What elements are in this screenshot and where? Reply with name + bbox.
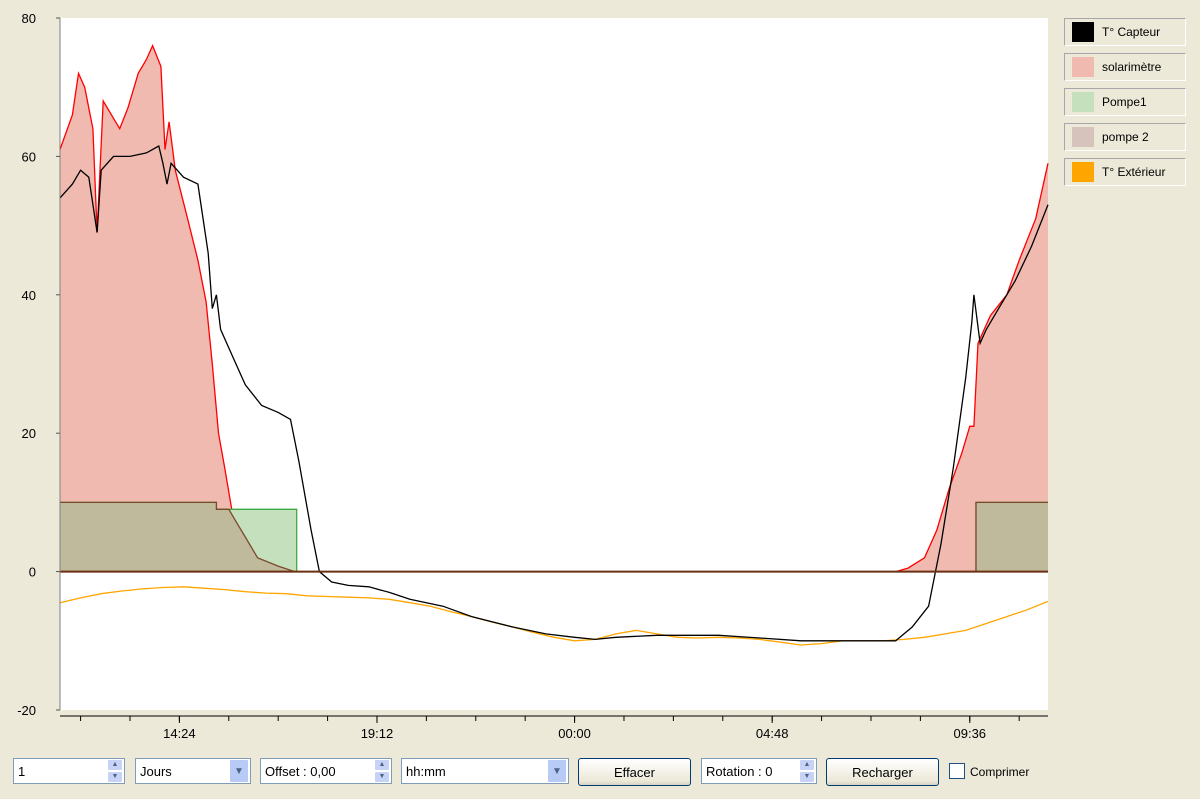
spin-down-icon[interactable]: ▼ <box>374 771 390 783</box>
y-tick-label: 40 <box>22 288 36 303</box>
y-tick-label: -20 <box>17 703 36 718</box>
legend-item-solarimetre[interactable]: solarimètre <box>1064 53 1186 81</box>
period-value: Jours <box>140 763 172 779</box>
format-value: hh:mm <box>406 763 446 779</box>
legend-item-pompe-2[interactable]: pompe 2 <box>1064 123 1186 151</box>
spin-down-icon[interactable]: ▼ <box>799 771 815 783</box>
toolbar: 1 ▲ ▼ Jours ▼ Offset : 0,00 ▲ ▼ hh:mm ▼ Ef… <box>0 758 1200 788</box>
x-tick-label: 09:36 <box>954 726 987 741</box>
rotation-value: Rotation : 0 <box>706 763 773 779</box>
spin-up-icon[interactable]: ▲ <box>374 759 390 771</box>
legend-label: T° Extérieur <box>1102 165 1166 179</box>
y-tick-label: 0 <box>29 565 36 580</box>
legend-swatch <box>1072 127 1094 147</box>
spinner-arrows[interactable]: ▲ ▼ <box>799 759 815 783</box>
spin-up-icon[interactable]: ▲ <box>107 759 123 771</box>
reload-button[interactable]: Recharger <box>826 758 939 786</box>
legend-item-t-exterieur[interactable]: T° Extérieur <box>1064 158 1186 186</box>
legend-label: solarimètre <box>1102 60 1162 74</box>
chevron-down-icon[interactable]: ▼ <box>547 759 567 783</box>
legend-label: T° Capteur <box>1102 25 1161 39</box>
spinner-arrows[interactable]: ▲ ▼ <box>374 759 390 783</box>
rotation-spinner[interactable]: Rotation : 0 ▲ ▼ <box>701 758 817 784</box>
format-select[interactable]: hh:mm ▼ <box>401 758 569 784</box>
legend-label: pompe 2 <box>1102 130 1149 144</box>
count-value: 1 <box>18 763 26 779</box>
chevron-down-icon[interactable]: ▼ <box>229 759 249 783</box>
spinner-arrows[interactable]: ▲ ▼ <box>107 759 123 783</box>
spin-up-icon[interactable]: ▲ <box>799 759 815 771</box>
offset-value: Offset : 0,00 <box>265 763 336 779</box>
legend-swatch <box>1072 22 1094 42</box>
y-tick-label: 80 <box>22 11 36 26</box>
period-select[interactable]: Jours ▼ <box>135 758 251 784</box>
y-tick-label: 20 <box>22 426 36 441</box>
compress-label: Comprimer <box>970 765 1030 779</box>
x-tick-label: 14:24 <box>163 726 196 741</box>
spin-down-icon[interactable]: ▼ <box>107 771 123 783</box>
legend-swatch <box>1072 57 1094 77</box>
offset-spinner[interactable]: Offset : 0,00 ▲ ▼ <box>260 758 392 784</box>
x-tick-label: 00:00 <box>558 726 591 741</box>
compress-checkbox[interactable] <box>949 763 965 779</box>
x-tick-label: 19:12 <box>361 726 394 741</box>
count-spinner[interactable]: 1 ▲ ▼ <box>13 758 125 784</box>
legend-item-t-capteur[interactable]: T° Capteur <box>1064 18 1186 46</box>
legend-swatch <box>1072 162 1094 182</box>
legend-item-pompe1[interactable]: Pompe1 <box>1064 88 1186 116</box>
x-tick-label: 04:48 <box>756 726 789 741</box>
clear-button[interactable]: Effacer <box>578 758 691 786</box>
legend: T° Capteur solarimètre Pompe1 pompe 2 T°… <box>1064 18 1186 193</box>
legend-label: Pompe1 <box>1102 95 1147 109</box>
y-tick-label: 60 <box>22 149 36 164</box>
legend-swatch <box>1072 92 1094 112</box>
chart: 80 60 40 20 0 -20 14:24 19:12 00:00 04:48 09:36 <box>17 11 1049 741</box>
